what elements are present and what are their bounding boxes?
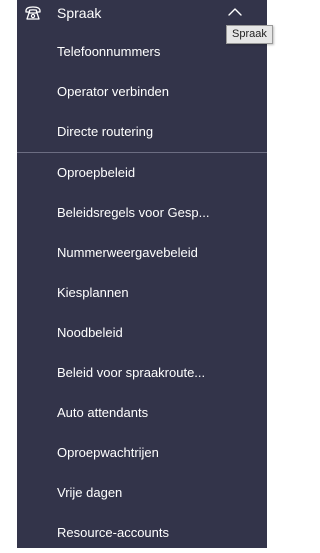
spraak-tooltip: Spraak (226, 25, 273, 44)
nav-item-label: Oproepbeleid (57, 165, 136, 180)
nav-item-resource-accounts[interactable]: Resource-accounts (17, 513, 267, 553)
nav-item-kiesplannen[interactable]: Kiesplannen (17, 273, 267, 313)
nav-item-beleid-voor-spraakroutering[interactable]: Beleid voor spraakroute... (17, 353, 267, 393)
chevron-up-icon[interactable] (227, 4, 243, 20)
nav-item-noodbeleid[interactable]: Noodbeleid (17, 313, 267, 353)
nav-item-label: Oproepwachtrijen (57, 445, 159, 460)
nav-item-label: Beleidsregels voor Gesp... (57, 205, 210, 220)
nav-item-operator-verbinden[interactable]: Operator verbinden (17, 72, 267, 112)
nav-item-oproepbeleid[interactable]: Oproepbeleid (17, 153, 267, 193)
nav-item-beleidsregels-voor-gesprekken[interactable]: Beleidsregels voor Gesp... (17, 193, 267, 233)
nav-item-label: Directe routering (57, 124, 154, 139)
phone-icon (25, 6, 41, 20)
voice-section-header[interactable]: Spraak (17, 0, 267, 28)
nav-item-label: Beleid voor spraakroute... (57, 365, 206, 380)
voice-section-title: Spraak (57, 5, 102, 21)
nav-item-label: Noodbeleid (57, 325, 123, 340)
nav-item-vrije-dagen[interactable]: Vrije dagen (17, 473, 267, 513)
nav-item-label: Vrije dagen (57, 485, 123, 500)
nav-item-nummerweergavebeleid[interactable]: Nummerweergavebeleid (17, 233, 267, 273)
nav-item-label: Kiesplannen (57, 285, 129, 300)
nav-item-label: Operator verbinden (57, 84, 170, 99)
nav-item-label: Nummerweergavebeleid (57, 245, 198, 260)
voice-nav-panel: Spraak Telefoonnummers Operator verbinde… (17, 0, 267, 548)
nav-item-label: Telefoonnummers (57, 44, 161, 59)
nav-item-label: Resource-accounts (57, 525, 169, 540)
nav-item-label: Auto attendants (57, 405, 149, 420)
nav-item-oproepwachtrijen[interactable]: Oproepwachtrijen (17, 433, 267, 473)
nav-item-directe-routering[interactable]: Directe routering (17, 112, 267, 152)
nav-item-auto-attendants[interactable]: Auto attendants (17, 393, 267, 433)
